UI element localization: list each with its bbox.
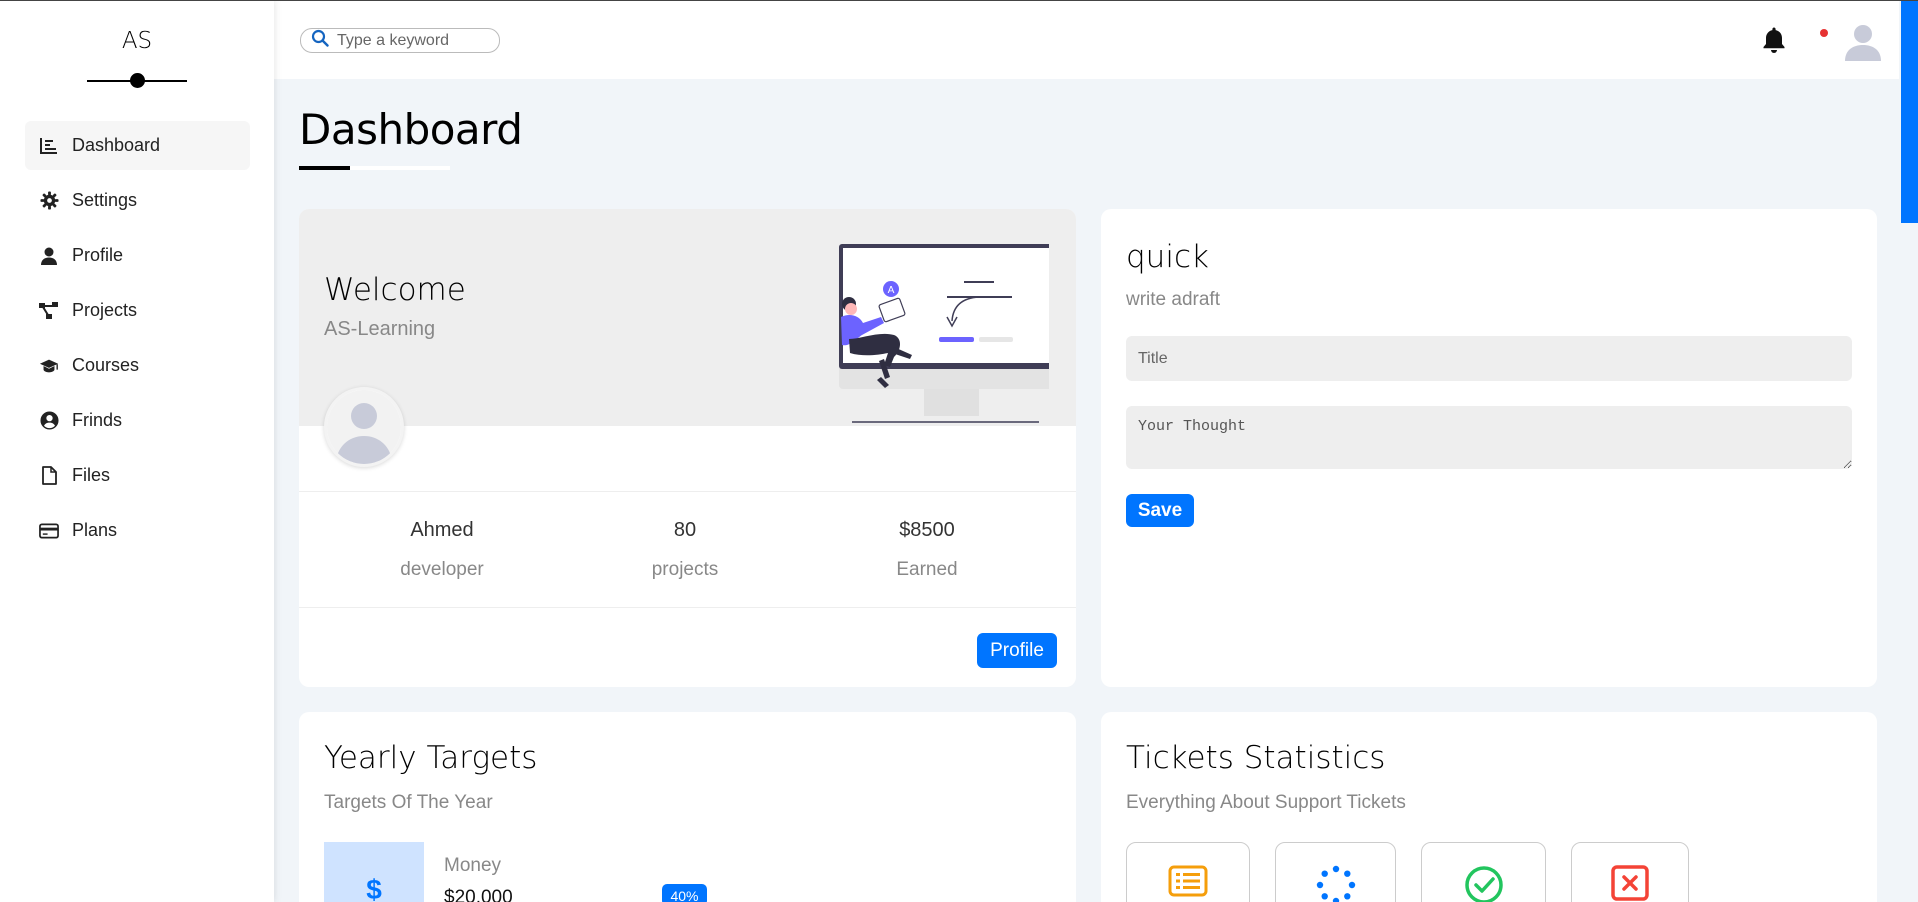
avatar[interactable] bbox=[1842, 21, 1884, 68]
welcome-title: Welcome bbox=[324, 272, 466, 308]
logo: AS bbox=[121, 28, 153, 54]
stat-value: Ahmed bbox=[410, 519, 474, 541]
file-icon bbox=[39, 466, 59, 486]
sidebar-item-label: Courses bbox=[72, 355, 140, 375]
check-circle-icon bbox=[1464, 865, 1504, 902]
ticket-box bbox=[1421, 842, 1546, 902]
sidebar-item-profile[interactable]: Profile bbox=[25, 231, 250, 280]
user-circle-icon bbox=[39, 411, 59, 431]
sidebar-item-projects[interactable]: Projects bbox=[25, 286, 250, 335]
chart-icon bbox=[39, 136, 59, 156]
welcome-illustration: A bbox=[829, 229, 1054, 434]
ticket-box bbox=[1571, 842, 1689, 902]
dollar-icon: $ bbox=[324, 842, 424, 902]
stat-name: Ahmed developer bbox=[342, 519, 542, 581]
sidebar-item-label: Settings bbox=[72, 190, 138, 210]
gear-icon bbox=[39, 191, 59, 211]
stat-value: 80 bbox=[673, 519, 697, 541]
title-underline-accent bbox=[299, 166, 350, 170]
spinner-icon bbox=[1316, 865, 1356, 902]
quick-title: quick bbox=[1126, 239, 1209, 275]
svg-text:A: A bbox=[888, 285, 895, 296]
yearly-title: Yearly Targets bbox=[324, 740, 538, 776]
sidebar-item-courses[interactable]: Courses bbox=[25, 341, 250, 390]
ticket-box bbox=[1126, 842, 1250, 902]
sidebar-nav: Dashboard Settings Profile Projects Cour… bbox=[25, 121, 250, 561]
yearly-subtitle: Targets Of The Year bbox=[324, 792, 493, 813]
ticket-box bbox=[1275, 842, 1396, 902]
top-header bbox=[274, 1, 1899, 79]
window-top-border bbox=[0, 0, 1918, 1]
stat-projects: 80 projects bbox=[585, 519, 785, 581]
title-input[interactable] bbox=[1126, 336, 1852, 381]
stat-earned: $8500 Earned bbox=[827, 519, 1027, 581]
sidebar-item-label: Plans bbox=[72, 520, 118, 540]
target-label: Money bbox=[444, 855, 502, 876]
sidebar-item-settings[interactable]: Settings bbox=[25, 176, 250, 225]
yearly-targets-card: Yearly Targets Targets Of The Year $ Mon… bbox=[299, 712, 1076, 902]
tickets-subtitle: Everything About Support Tickets bbox=[1126, 792, 1406, 813]
sidebar-item-files[interactable]: Files bbox=[25, 451, 250, 500]
welcome-card: Welcome AS-Learning A Ahmed developer 80… bbox=[299, 209, 1076, 687]
profile-button[interactable]: Profile bbox=[977, 633, 1057, 668]
search-box bbox=[300, 28, 500, 53]
search-input[interactable] bbox=[337, 31, 497, 50]
divider bbox=[299, 607, 1076, 608]
search-icon bbox=[311, 29, 329, 52]
bell-icon[interactable] bbox=[1762, 26, 1786, 59]
welcome-avatar bbox=[324, 387, 404, 467]
divider bbox=[299, 491, 1076, 492]
list-icon bbox=[1168, 865, 1208, 902]
sidebar-item-label: Profile bbox=[72, 245, 124, 265]
quick-draft-card: quick write adraft Save bbox=[1101, 209, 1877, 687]
sidebar-item-label: Files bbox=[72, 465, 111, 485]
save-button[interactable]: Save bbox=[1126, 494, 1194, 527]
tickets-statistics-card: Tickets Statistics Everything About Supp… bbox=[1101, 712, 1877, 902]
welcome-banner: Welcome AS-Learning A bbox=[299, 209, 1076, 426]
sidebar-item-label: Dashboard bbox=[72, 135, 161, 155]
sidebar: AS Dashboard Settings Profile Projects C… bbox=[0, 0, 274, 902]
close-square-icon bbox=[1610, 865, 1650, 902]
sidebar-item-label: Frinds bbox=[72, 410, 123, 430]
sidebar-item-dashboard[interactable]: Dashboard bbox=[25, 121, 250, 170]
sidebar-item-label: Projects bbox=[72, 300, 138, 320]
logo-dot bbox=[130, 73, 145, 88]
sidebar-item-frinds[interactable]: Frinds bbox=[25, 396, 250, 445]
progress-badge: 40% bbox=[662, 884, 707, 902]
target-value: $20,000 bbox=[444, 887, 513, 902]
user-icon bbox=[39, 246, 59, 266]
stat-label: projects bbox=[651, 559, 719, 580]
stat-label: Earned bbox=[896, 559, 958, 580]
sidebar-item-plans[interactable]: Plans bbox=[25, 506, 250, 555]
quick-subtitle: write adraft bbox=[1126, 289, 1220, 310]
stat-label: developer bbox=[400, 559, 484, 580]
credit-card-icon bbox=[39, 521, 59, 541]
page-title: Dashboard bbox=[299, 105, 523, 154]
tickets-title: Tickets Statistics bbox=[1126, 740, 1386, 776]
welcome-subtitle: AS-Learning bbox=[324, 318, 436, 340]
graduation-cap-icon bbox=[39, 356, 59, 376]
stat-value: $8500 bbox=[899, 519, 955, 541]
thought-textarea[interactable] bbox=[1126, 406, 1852, 469]
diagram-icon bbox=[39, 301, 59, 321]
notification-badge bbox=[1820, 29, 1828, 37]
scrollbar-thumb[interactable] bbox=[1901, 1, 1918, 223]
